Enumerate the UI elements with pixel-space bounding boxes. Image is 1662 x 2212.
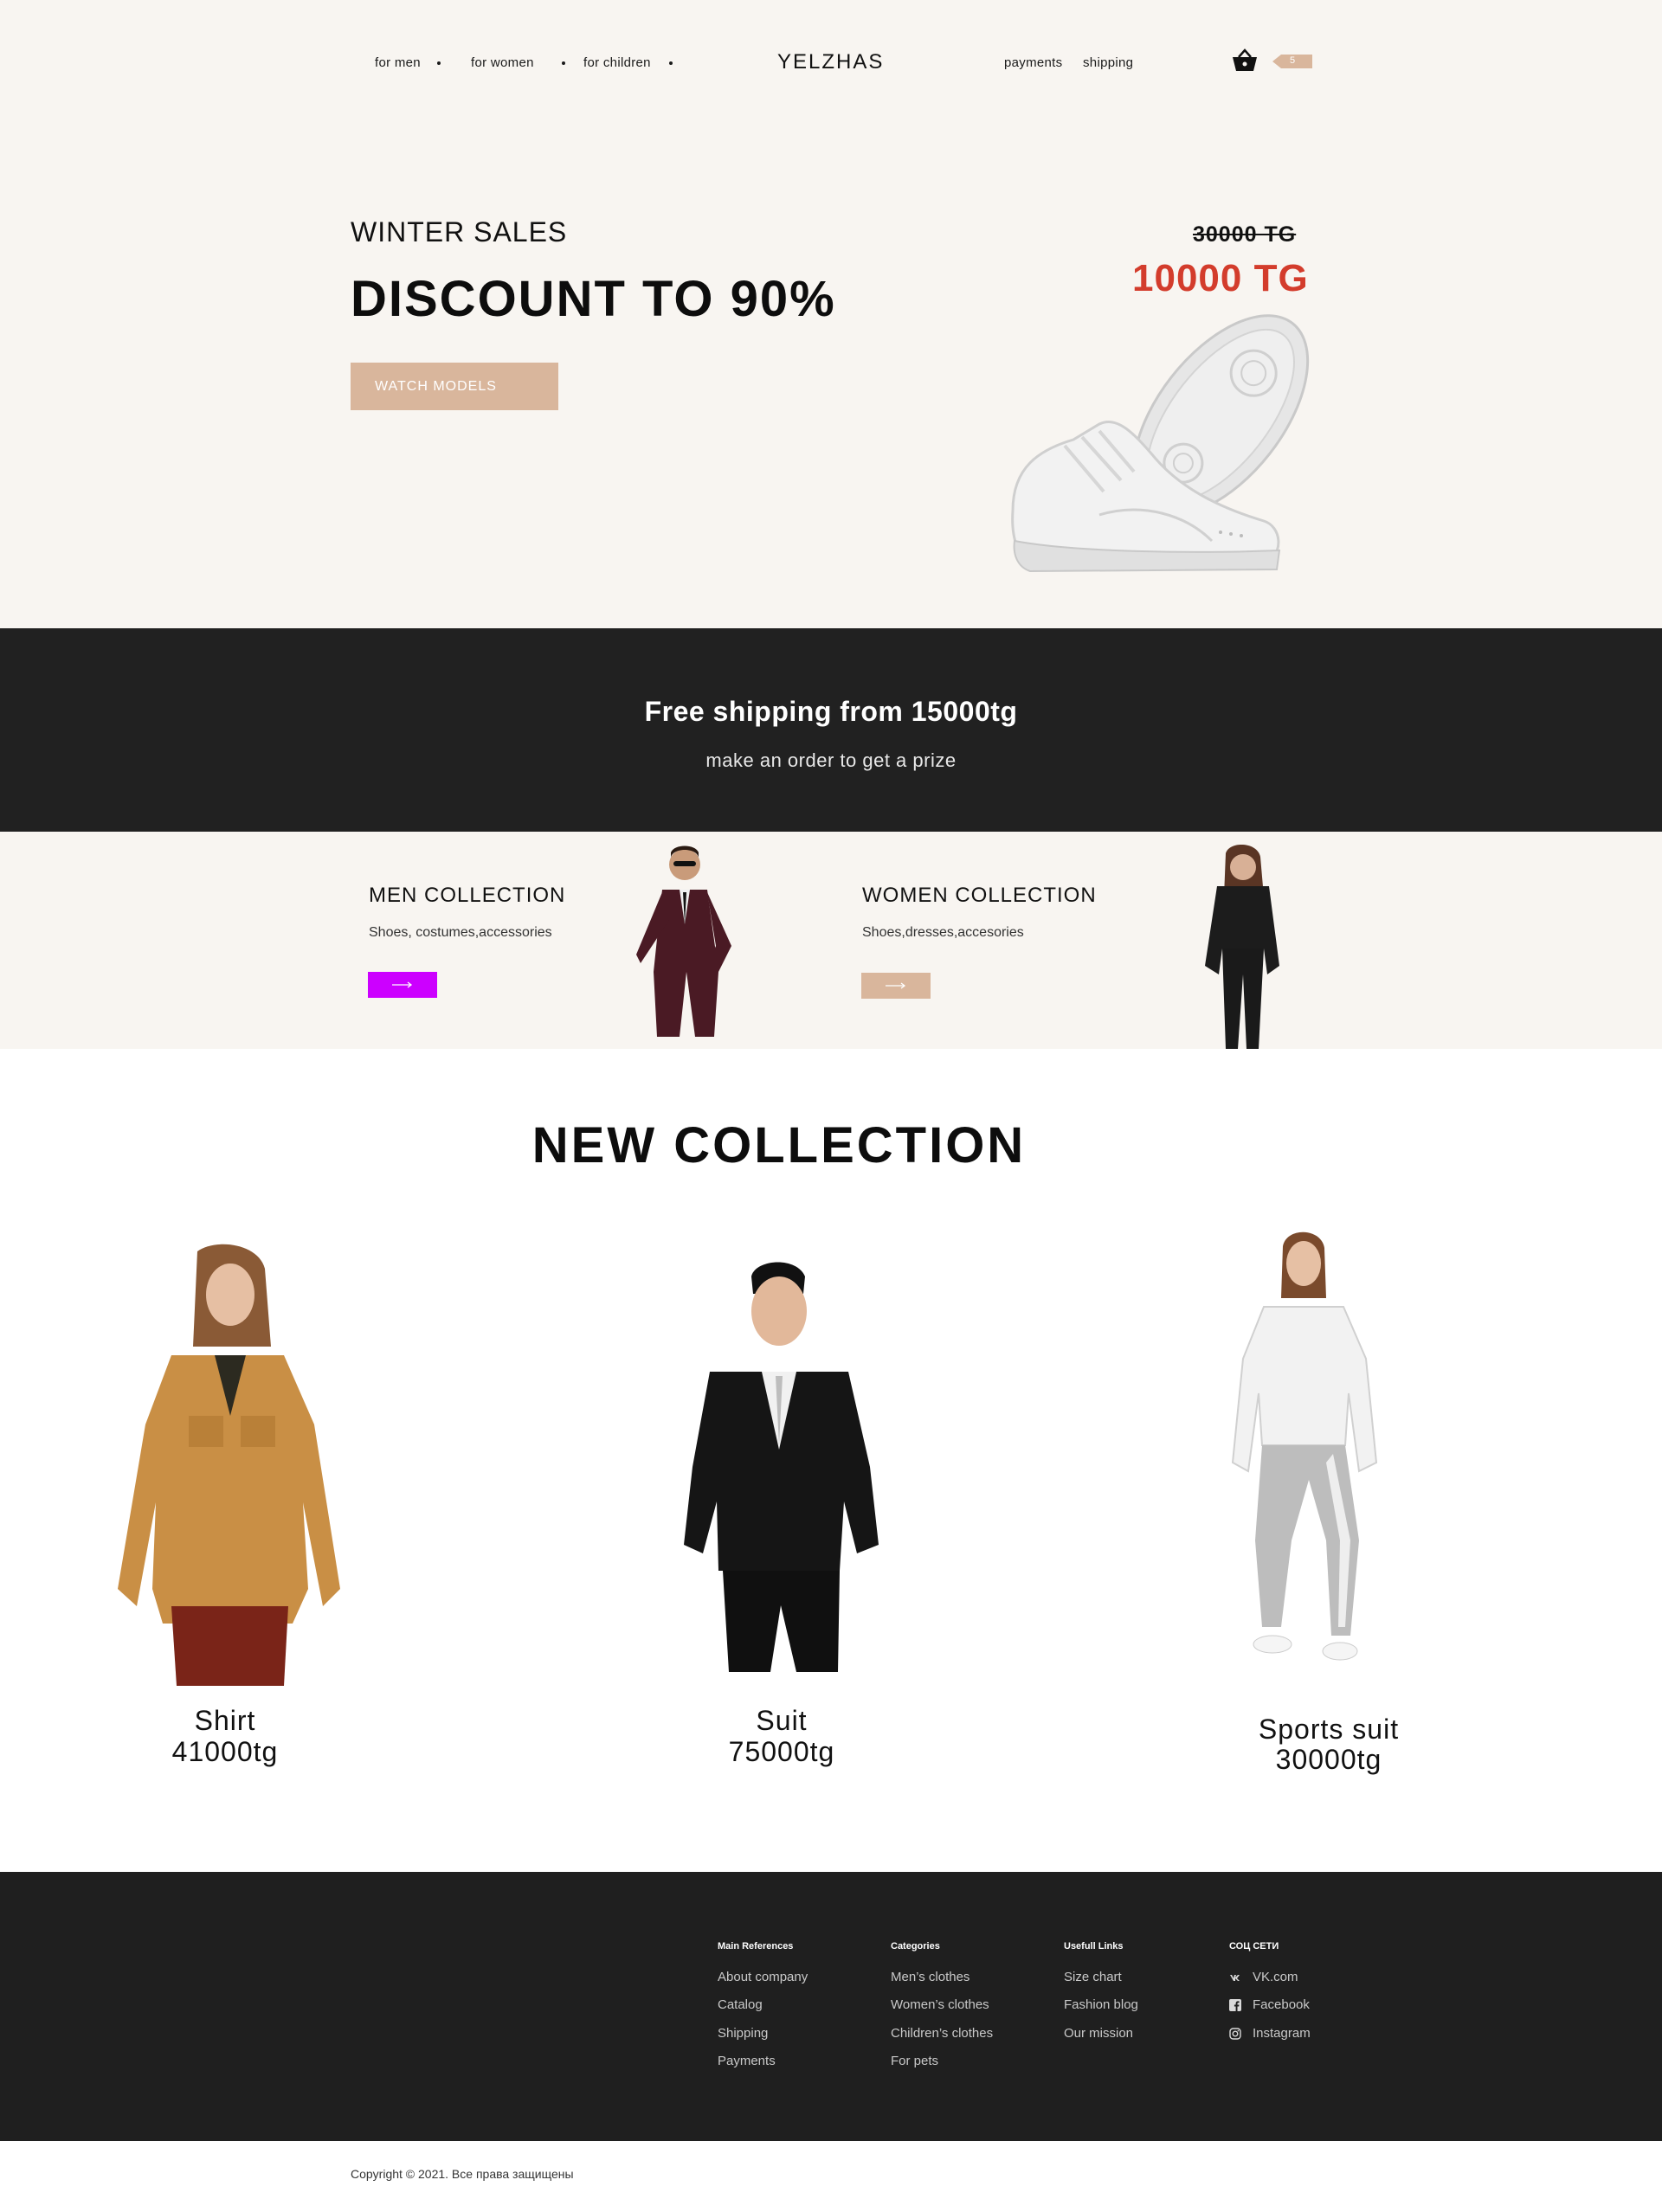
footer-link[interactable]: Our mission xyxy=(1064,2026,1133,2041)
footer-link[interactable]: Size chart xyxy=(1064,1970,1122,1984)
free-shipping-banner: Free shipping from 15000tg make an order… xyxy=(0,628,1662,832)
instagram-icon xyxy=(1229,2028,1241,2040)
footer-link[interactable]: Men’s clothes xyxy=(891,1970,970,1984)
old-price: 30000 TG xyxy=(1193,222,1297,247)
hero-title: DISCOUNT TO 90% xyxy=(351,271,836,327)
product-name[interactable]: Suit xyxy=(652,1705,912,1737)
arrow-right-icon xyxy=(392,981,413,988)
woman-in-jacket-image xyxy=(1205,845,1279,1049)
hero-subtitle: WINTER SALES xyxy=(351,216,568,248)
sports-suit-product-image[interactable] xyxy=(1229,1229,1394,1679)
footer-heading-useful-links: Usefull Links xyxy=(1064,1941,1124,1952)
footer-link[interactable]: About company xyxy=(718,1970,808,1984)
product-price: 30000tg xyxy=(1275,1744,1382,1775)
women-collection-title[interactable]: WOMEN COLLECTION xyxy=(862,884,1097,908)
facebook-icon xyxy=(1229,1999,1241,2011)
dropdown-dot-icon xyxy=(562,61,565,65)
footer-link[interactable]: Shipping xyxy=(718,2026,768,2041)
footer-heading-social: СОЦ СЕТИ xyxy=(1229,1941,1279,1952)
arrow-right-icon xyxy=(886,982,906,989)
basket-icon[interactable] xyxy=(1231,48,1259,73)
nav-for-children[interactable]: for children xyxy=(583,55,651,70)
nav-shipping[interactable]: shipping xyxy=(1083,55,1133,70)
footer-link-instagram[interactable]: Instagram xyxy=(1253,2026,1311,2041)
cart-count: 5 xyxy=(1290,55,1296,66)
product-name[interactable]: Shirt xyxy=(95,1705,355,1737)
nav-for-women[interactable]: for women xyxy=(471,55,534,70)
footer-link[interactable]: For pets xyxy=(891,2054,938,2068)
footer-heading-main-references: Main References xyxy=(718,1941,794,1952)
banner-title: Free shipping from 15000tg xyxy=(644,696,1018,727)
nav-payments[interactable]: payments xyxy=(1004,55,1062,70)
men-collection-desc: Shoes, costumes,accessories xyxy=(369,925,552,940)
new-collection-title: NEW COLLECTION xyxy=(531,1117,1027,1174)
watch-models-button[interactable]: WATCH MODELS xyxy=(351,363,558,410)
women-collection-desc: Shoes,dresses,accesories xyxy=(862,925,1024,940)
copyright-text: Copyright © 2021. Все права защищены xyxy=(351,2167,574,2181)
footer-link[interactable]: Women’s clothes xyxy=(891,1997,989,2012)
vk-icon xyxy=(1230,1975,1240,1981)
hero-section: for men for women for children YELZHAS p… xyxy=(0,0,1662,628)
footer-heading-categories: Categories xyxy=(891,1941,940,1952)
suit-product-image[interactable] xyxy=(684,1259,883,1672)
collections-strip: MEN COLLECTION Shoes, costumes,accessori… xyxy=(0,832,1662,1049)
dropdown-dot-icon xyxy=(669,61,673,65)
nav-for-men[interactable]: for men xyxy=(375,55,421,70)
footer-link[interactable]: Fashion blog xyxy=(1064,1997,1138,2012)
man-in-suit-image xyxy=(636,846,731,1037)
footer-link[interactable]: Payments xyxy=(718,2054,776,2068)
footer: Main References About company Catalog Sh… xyxy=(0,1872,1662,2141)
dropdown-dot-icon xyxy=(437,61,441,65)
site-logo[interactable]: YELZHAS xyxy=(777,50,884,74)
shirt-product-image[interactable] xyxy=(111,1243,346,1686)
product-name[interactable]: Sports suit xyxy=(1199,1714,1459,1746)
footer-link[interactable]: Catalog xyxy=(718,1997,763,2012)
footer-link[interactable]: Children’s clothes xyxy=(891,2026,993,2041)
product-price: 75000tg xyxy=(728,1736,835,1767)
men-collection-title[interactable]: MEN COLLECTION xyxy=(369,884,565,908)
women-collection-button[interactable] xyxy=(861,973,931,999)
men-collection-button[interactable] xyxy=(368,972,437,998)
footer-link-facebook[interactable]: Facebook xyxy=(1253,1997,1310,2012)
footer-link-vk[interactable]: VK.com xyxy=(1253,1970,1298,1984)
product-price: 41000tg xyxy=(171,1736,279,1767)
banner-subtitle: make an order to get a prize xyxy=(705,749,957,771)
sneaker-image xyxy=(1011,314,1310,573)
